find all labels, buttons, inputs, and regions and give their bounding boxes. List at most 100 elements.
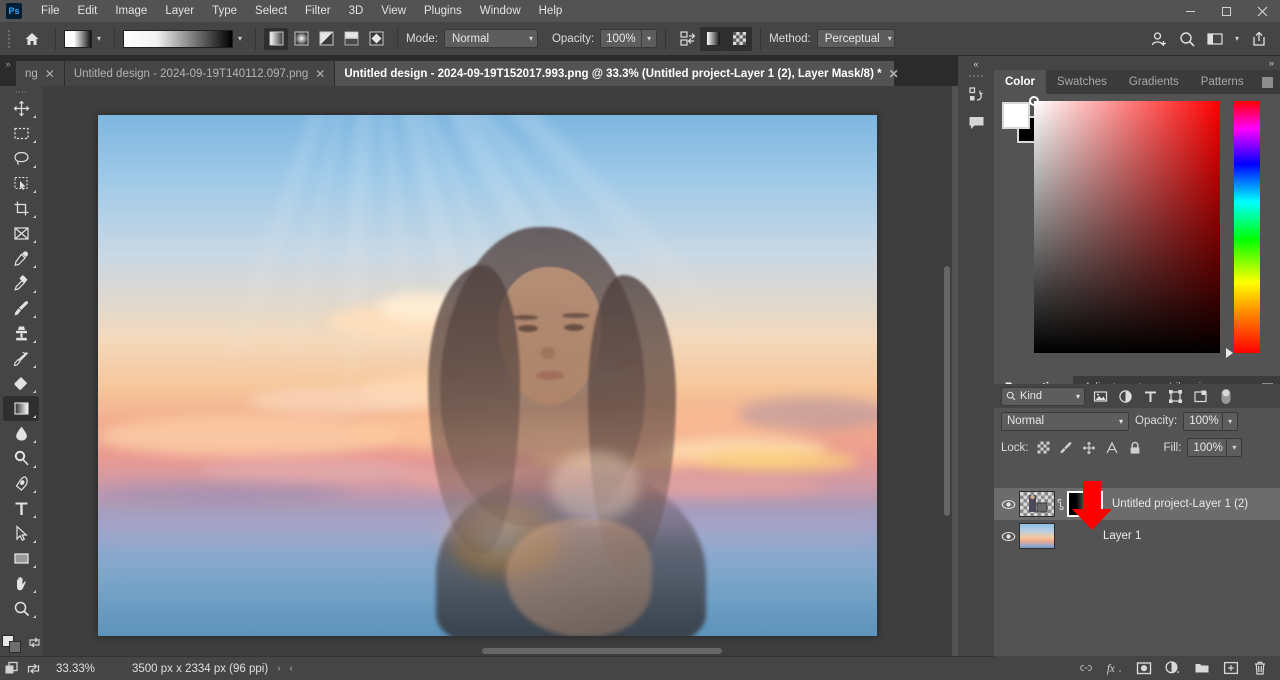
lock-artboard-nesting-icon[interactable] [1104, 439, 1121, 457]
lock-image-pixels-icon[interactable] [1058, 439, 1075, 457]
linear-gradient-button[interactable] [264, 28, 288, 50]
eyedropper-tool[interactable] [3, 246, 39, 271]
history-brush-tool[interactable] [3, 346, 39, 371]
filter-toggle-switch[interactable] [1216, 387, 1235, 406]
blend-mode-dropdown[interactable]: Normal ▾ [444, 29, 538, 48]
menu-plugins[interactable]: Plugins [415, 2, 471, 20]
layer-filter-kind-dropdown[interactable]: Kind ▾ [1001, 387, 1085, 406]
layer-thumbnail[interactable] [1019, 523, 1055, 549]
reverse-gradient-icon[interactable] [674, 27, 700, 51]
mini-dock-collapse[interactable]: « [958, 56, 994, 72]
chevron-down-icon[interactable]: ▾ [1230, 34, 1244, 43]
lock-position-icon[interactable] [1081, 439, 1098, 457]
saturation-value-picker[interactable] [1034, 101, 1220, 353]
status-expand-arrow[interactable]: › [268, 663, 289, 674]
document-tab-1[interactable]: ng ✕ [16, 61, 65, 86]
menu-file[interactable]: File [32, 2, 69, 20]
options-bar-grip[interactable] [4, 26, 14, 52]
tab-overflow-left[interactable]: » [0, 56, 16, 86]
filter-pixel-icon[interactable] [1091, 387, 1110, 406]
close-icon[interactable]: ✕ [45, 68, 55, 80]
layer-thumbnail[interactable] [1019, 491, 1055, 517]
menu-filter[interactable]: Filter [296, 2, 340, 20]
maximize-button[interactable] [1208, 0, 1244, 22]
frame-tool[interactable] [3, 221, 39, 246]
new-layer-icon[interactable] [1222, 660, 1239, 677]
brush-tool[interactable] [3, 296, 39, 321]
scrollbar-thumb[interactable] [944, 266, 950, 516]
status-collapse-arrow[interactable]: ‹ [290, 663, 302, 674]
chevron-down-icon[interactable]: ▾ [92, 34, 106, 43]
zoom-tool[interactable] [3, 596, 39, 621]
menu-help[interactable]: Help [530, 2, 572, 20]
document-tab-2[interactable]: Untitled design - 2024-09-19T140112.097.… [65, 61, 336, 86]
menu-layer[interactable]: Layer [156, 2, 203, 20]
layer-row-untitled-project-layer-1-2[interactable]: Untitled project-Layer 1 (2) [994, 488, 1280, 520]
menu-select[interactable]: Select [246, 2, 296, 20]
chevron-down-icon[interactable]: ▾ [642, 29, 657, 48]
hue-slider[interactable] [1234, 101, 1260, 353]
tab-patterns[interactable]: Patterns [1190, 70, 1255, 94]
zoom-level-input[interactable]: 33.33% [44, 663, 118, 675]
hue-slider-marker[interactable] [1226, 348, 1233, 358]
chevron-down-icon[interactable]: ▾ [233, 34, 247, 43]
menu-type[interactable]: Type [203, 2, 246, 20]
layer-fill-input[interactable]: 100% [1187, 438, 1227, 457]
home-icon[interactable] [17, 26, 47, 52]
layer-visibility-toggle[interactable] [997, 520, 1019, 552]
layer-visibility-toggle[interactable] [997, 488, 1019, 520]
layer-name[interactable]: Layer 1 [1103, 530, 1141, 542]
new-adjustment-layer-icon[interactable] [1164, 660, 1181, 677]
menu-image[interactable]: Image [106, 2, 156, 20]
close-button[interactable] [1244, 0, 1280, 22]
canvas-vertical-scrollbar[interactable] [942, 86, 952, 644]
search-icon[interactable] [1174, 27, 1200, 51]
chevron-down-icon[interactable]: ▾ [1227, 438, 1242, 457]
pen-tool[interactable] [3, 471, 39, 496]
angle-gradient-button[interactable] [314, 28, 338, 50]
tab-swatches[interactable]: Swatches [1046, 70, 1118, 94]
radial-gradient-button[interactable] [289, 28, 313, 50]
layer-styles-fx-icon[interactable]: fx [1106, 660, 1123, 677]
foreground-background-colors[interactable] [2, 635, 22, 653]
mask-link-icon[interactable] [1055, 498, 1067, 511]
lock-transparent-pixels-icon[interactable] [1035, 439, 1052, 457]
lock-all-icon[interactable] [1127, 439, 1144, 457]
comments-icon[interactable] [958, 108, 994, 136]
gradient-preset-swatch[interactable] [64, 30, 92, 48]
link-layers-icon[interactable] [1077, 660, 1094, 677]
path-selection-tool[interactable] [3, 521, 39, 546]
opacity-input[interactable]: 100% [600, 29, 642, 48]
minimize-button[interactable] [1172, 0, 1208, 22]
filter-shape-icon[interactable] [1166, 387, 1185, 406]
foreground-color-swatch[interactable] [1002, 102, 1030, 129]
healing-brush-tool[interactable] [3, 271, 39, 296]
new-group-icon[interactable] [1193, 660, 1210, 677]
diamond-gradient-button[interactable] [364, 28, 388, 50]
eraser-tool[interactable] [3, 371, 39, 396]
color-panel[interactable] [994, 94, 1280, 376]
canvas-area[interactable] [42, 86, 952, 656]
duplicate-document-icon[interactable] [0, 657, 22, 680]
crop-tool[interactable] [3, 196, 39, 221]
tab-gradients[interactable]: Gradients [1118, 70, 1190, 94]
chevron-down-icon[interactable]: ▾ [1223, 412, 1238, 431]
rectangular-marquee-tool[interactable] [3, 121, 39, 146]
close-icon[interactable]: ✕ [889, 68, 899, 80]
tab-color[interactable]: Color [994, 70, 1046, 94]
add-layer-mask-icon[interactable] [1135, 660, 1152, 677]
history-icon[interactable] [958, 80, 994, 108]
scrollbar-thumb[interactable] [482, 648, 722, 654]
menu-edit[interactable]: Edit [69, 2, 107, 20]
document-tab-3-active[interactable]: Untitled design - 2024-09-19T152017.993.… [335, 61, 895, 86]
dither-icon[interactable] [700, 27, 726, 51]
document-canvas[interactable] [98, 115, 877, 636]
method-dropdown[interactable]: Perceptual ▾ [817, 29, 895, 48]
layer-name[interactable]: Untitled project-Layer 1 (2) [1112, 498, 1248, 510]
filter-adjustment-icon[interactable] [1116, 387, 1135, 406]
dodge-tool[interactable] [3, 446, 39, 471]
move-tool[interactable] [3, 96, 39, 121]
type-tool[interactable] [3, 496, 39, 521]
share-person-icon[interactable] [1146, 27, 1172, 51]
gradient-preset-picker[interactable]: ▾ [64, 30, 106, 48]
